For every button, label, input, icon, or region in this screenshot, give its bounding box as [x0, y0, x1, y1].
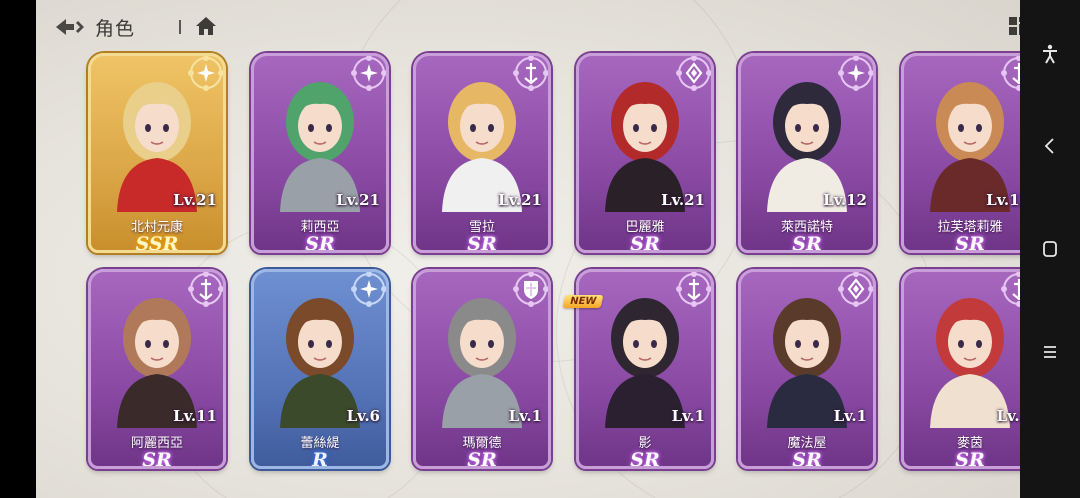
character-card[interactable]: Lv.21 雪拉 SR: [413, 53, 551, 253]
character-card[interactable]: Lv.1 瑪爾德 SR: [413, 269, 551, 469]
layout-toggle-button[interactable]: [1008, 16, 1020, 36]
character-level: Lv.1: [833, 407, 867, 425]
crossed-swords-class-icon: [1001, 56, 1020, 91]
rarity-badge: SR: [305, 233, 335, 253]
rarity-badge: SR: [142, 449, 172, 469]
character-level: Lv.21: [173, 191, 217, 209]
character-card[interactable]: Lv.21 莉西亞 SR: [251, 53, 389, 253]
character-level: Lv.1: [508, 407, 542, 425]
character-level: Lv.12: [823, 191, 867, 209]
character-level: Lv.21: [498, 191, 542, 209]
rarity-badge: SR: [955, 233, 985, 253]
nav-recents-icon[interactable]: [1040, 342, 1060, 362]
character-level: Lv.1: [996, 407, 1020, 425]
rarity-badge: SR: [792, 233, 822, 253]
rarity-badge: SR: [630, 449, 660, 469]
nav-home-icon[interactable]: [1040, 239, 1060, 259]
diamond-class-icon: [838, 272, 873, 307]
shield-class-icon: [513, 272, 548, 307]
rarity-badge: SR: [630, 233, 660, 253]
nav-back-icon[interactable]: [1040, 136, 1060, 156]
character-card[interactable]: Lv.6 蕾絲緹 R: [251, 269, 389, 469]
character-level: Lv.1: [671, 407, 705, 425]
home-button[interactable]: [194, 14, 218, 38]
character-level: Lv.11: [173, 407, 217, 425]
app-screen: 角色 Lv.21 北村元康 SSR Lv.21 莉西亞 SR Lv.21 雪拉 …: [36, 0, 1020, 498]
character-card[interactable]: Lv.1 魔法屋 SR: [738, 269, 876, 469]
character-level: Lv.21: [661, 191, 705, 209]
compass-class-icon: [188, 56, 223, 91]
character-level: Lv.6: [346, 407, 380, 425]
back-button[interactable]: [52, 12, 88, 42]
home-icon: [196, 17, 216, 35]
back-arrow-icon: [56, 19, 84, 35]
character-level: Lv.12: [986, 191, 1020, 209]
crossed-swords-class-icon: [1001, 272, 1020, 307]
rarity-badge: R: [312, 449, 328, 469]
crossed-swords-class-icon: [188, 272, 223, 307]
character-card[interactable]: Lv.21 北村元康 SSR: [88, 53, 226, 253]
diamond-class-icon: [676, 56, 711, 91]
compass-class-icon: [351, 56, 386, 91]
character-card[interactable]: Lv.12 萊西諾特 SR: [738, 53, 876, 253]
character-level: Lv.21: [336, 191, 380, 209]
crossed-swords-class-icon: [676, 272, 711, 307]
character-grid: Lv.21 北村元康 SSR Lv.21 莉西亞 SR Lv.21 雪拉 SR Lv.21 巴…: [88, 53, 1020, 478]
crossed-swords-class-icon: [513, 56, 548, 91]
character-card[interactable]: Lv.21 巴麗雅 SR: [576, 53, 714, 253]
rarity-badge: SSR: [135, 233, 179, 253]
compass-class-icon: [838, 56, 873, 91]
character-card[interactable]: Lv.11 阿麗西亞 SR: [88, 269, 226, 469]
rarity-badge: SR: [467, 233, 497, 253]
rarity-badge: SR: [467, 449, 497, 469]
rarity-badge: SR: [955, 449, 985, 469]
header-divider: [179, 20, 181, 34]
rarity-badge: SR: [792, 449, 822, 469]
page-title: 角色: [95, 18, 136, 40]
layout-grid-icon: [1009, 17, 1020, 35]
character-card[interactable]: Lv.1麥茵SR: [901, 269, 1020, 469]
new-badge: NEW: [562, 295, 604, 308]
character-card[interactable]: Lv.12拉芙塔莉雅SR: [901, 53, 1020, 253]
accessibility-icon[interactable]: [1040, 44, 1060, 64]
system-navigation-bar: [1020, 0, 1080, 498]
compass-class-icon: [351, 272, 386, 307]
